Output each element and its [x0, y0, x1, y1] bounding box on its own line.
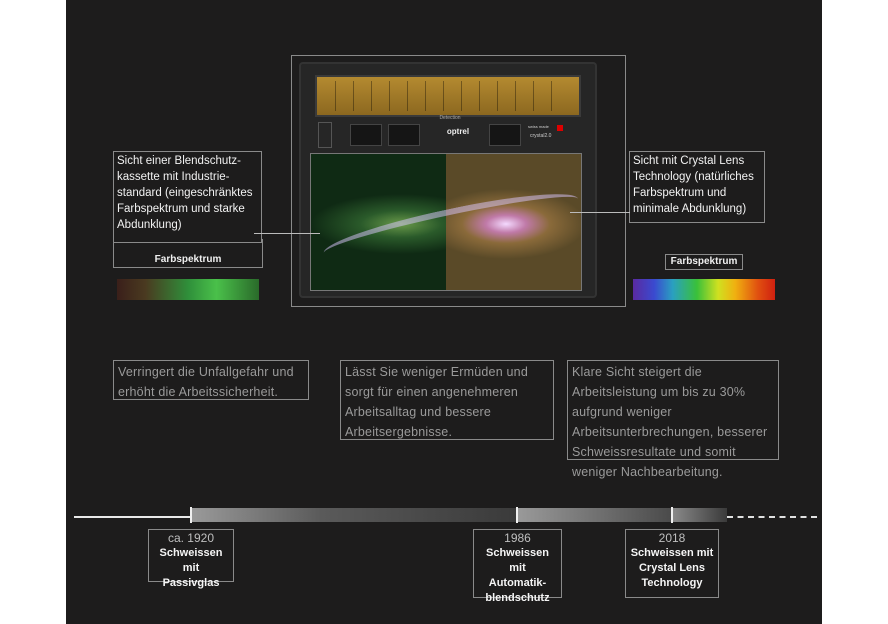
- timeline-line-future: [727, 516, 817, 518]
- timeline-line-start: [74, 516, 191, 518]
- spectrum-bar-right: [633, 279, 775, 300]
- timeline-text-1986: Schweissen mit Automatik-blendschutz: [485, 547, 550, 604]
- callout-crystal-leader: [570, 212, 630, 213]
- timeline-tick-1920: [190, 507, 192, 523]
- callout-standard-text: Sicht einer Blendschutz-kassette mit Ind…: [117, 155, 253, 231]
- timeline-segment-passive: [191, 508, 517, 522]
- timeline-year-1986: 1986: [504, 531, 531, 545]
- swiss-label: swiss made: [528, 124, 549, 129]
- timeline-segment-crystal: [672, 508, 727, 522]
- timeline-year-2018: 2018: [658, 531, 686, 545]
- timeline-text-1920: Schweissen mit Passivglas: [159, 547, 223, 589]
- timeline-text-2018: Schweissen mit Crystal Lens Technology: [630, 547, 714, 589]
- callout-crystal: Sicht mit Crystal Lens Technology (natür…: [629, 151, 765, 223]
- callout-crystal-text: Sicht mit Crystal Lens Technology (natür…: [633, 155, 754, 215]
- timeline-segment-auto: [517, 508, 672, 522]
- optrel-logo: optrel: [438, 127, 478, 139]
- solar-panel: [315, 75, 581, 117]
- detection-label: Detection: [439, 115, 461, 121]
- spectrum-label-right: Farbspektrum: [665, 254, 743, 270]
- spectrum-bar-left: [117, 279, 259, 300]
- welding-view: [310, 153, 582, 291]
- timeline-event-1986: 1986 Schweissen mit Automatik-blendschut…: [473, 529, 562, 604]
- sensor-mid: [388, 124, 420, 146]
- callout-standard: Sicht einer Blendschutz-kassette mit Ind…: [113, 151, 262, 243]
- swiss-flag-icon: [557, 125, 563, 131]
- sensor-left: [350, 124, 382, 146]
- control-buttons: [318, 122, 332, 148]
- benefit-safety-text: Verringert die Unfallgefahr und erhöht d…: [118, 365, 294, 399]
- benefit-safety: Verringert die Unfallgefahr und erhöht d…: [113, 360, 309, 400]
- timeline-event-2018: 2018 Schweissen mit Crystal Lens Technol…: [625, 529, 719, 598]
- timeline-event-1920: ca. 1920 Schweissen mit Passivglas: [148, 529, 234, 589]
- model-label: crystal2.0: [530, 133, 552, 139]
- sensor-right: [489, 124, 521, 146]
- spectrum-label-left: Farbspektrum: [113, 239, 263, 268]
- benefit-comfort-text: Lässt Sie weniger Ermüden und sorgt für …: [345, 365, 528, 439]
- timeline-tick-2018: [671, 507, 673, 523]
- benefit-performance: Klare Sicht steigert die Arbeitsleistung…: [567, 360, 779, 479]
- brand-text: optrel: [446, 127, 470, 136]
- timeline-year-1920: ca. 1920: [167, 531, 215, 545]
- timeline-tick-1986: [516, 507, 518, 523]
- callout-standard-leader: [254, 233, 320, 234]
- benefit-comfort: Lässt Sie weniger Ermüden und sorgt für …: [340, 360, 554, 440]
